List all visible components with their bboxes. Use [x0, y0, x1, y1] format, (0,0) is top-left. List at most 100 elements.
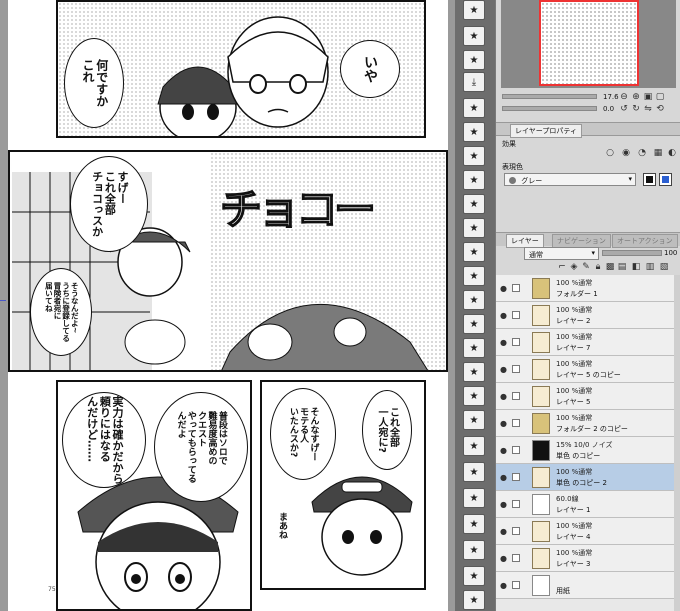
layer-lock-checkbox[interactable] [512, 527, 520, 535]
download-icon[interactable]: ⤓ [463, 72, 485, 92]
layer-row[interactable]: ● 15% 10/0 ノイズ 単色 のコピー [496, 437, 680, 464]
star-icon[interactable]: ★ [463, 462, 485, 482]
palette-icon[interactable]: ▥ [644, 261, 656, 273]
layer-name: レイヤー 3 [556, 560, 591, 568]
effect-extract-icon[interactable]: ◐ [666, 147, 678, 159]
star-icon[interactable]: ★ [463, 590, 485, 610]
layer-row[interactable]: ● 100 %通常 単色 のコピー 2 [496, 464, 680, 491]
eye-icon[interactable]: ● [500, 338, 509, 347]
star-icon[interactable]: ★ [463, 566, 485, 586]
star-icon[interactable]: ★ [463, 242, 485, 262]
eye-icon[interactable]: ● [500, 311, 509, 320]
tab-history[interactable]: ナビゲーション [552, 234, 611, 248]
star-icon[interactable]: ★ [463, 436, 485, 456]
layer-row[interactable]: ● 100 %通常 フォルダー 1 [496, 275, 680, 302]
eye-icon[interactable]: ● [500, 554, 509, 563]
eye-icon[interactable]: ● [500, 500, 509, 509]
star-icon[interactable]: ★ [463, 266, 485, 286]
rotate-left-icon[interactable]: ↺ [618, 103, 630, 115]
tab-auto-action[interactable]: オートアクション [612, 234, 678, 248]
star-icon[interactable]: ★ [463, 540, 485, 560]
layer-lock-checkbox[interactable] [512, 473, 520, 481]
star-icon[interactable]: ★ [463, 146, 485, 166]
layer-lock-checkbox[interactable] [512, 311, 520, 319]
main-color-swatch[interactable] [643, 173, 656, 186]
layer-row[interactable]: ● 100 %通常 レイヤー 4 [496, 518, 680, 545]
layer-scrollbar[interactable] [674, 275, 680, 611]
eye-icon[interactable]: ● [500, 365, 509, 374]
eye-icon[interactable]: ● [500, 284, 509, 293]
lock-transparent-icon[interactable]: ▩ [604, 261, 616, 273]
reference-icon[interactable]: ◈ [568, 261, 580, 273]
layer-lock-checkbox[interactable] [512, 284, 520, 292]
star-icon[interactable]: ★ [463, 26, 485, 46]
star-icon[interactable]: ★ [463, 514, 485, 534]
navigator-view-frame[interactable] [539, 0, 639, 86]
star-icon[interactable]: ★ [463, 170, 485, 190]
effect-tone-icon[interactable]: ◉ [620, 147, 632, 159]
star-icon[interactable]: ★ [463, 290, 485, 310]
layer-lock-checkbox[interactable] [512, 500, 520, 508]
fit-icon[interactable]: ▣ [642, 91, 654, 103]
effect-pattern-icon[interactable]: ▦ [652, 147, 664, 159]
star-icon[interactable]: ★ [463, 218, 485, 238]
effect-texture-icon[interactable]: ◔ [636, 147, 648, 159]
reset-icon[interactable]: ⟲ [654, 103, 666, 115]
layer-row[interactable]: ● 100 %通常 レイヤー 5 のコピー [496, 356, 680, 383]
layer-row[interactable]: ● 100 %通常 レイヤー 2 [496, 302, 680, 329]
star-icon[interactable]: ★ [463, 0, 485, 20]
layer-row[interactable]: ● 100 %通常 レイヤー 3 [496, 545, 680, 572]
clip-icon[interactable]: ⌐ [556, 261, 568, 273]
lock-icon[interactable]: 🔒︎ [592, 261, 604, 273]
eye-icon[interactable]: ● [500, 473, 509, 482]
flip-icon[interactable]: ⇋ [642, 103, 654, 115]
layer-color-icon[interactable]: ▧ [658, 261, 670, 273]
tab-layer-property[interactable]: レイヤープロパティ [510, 124, 582, 138]
star-icon[interactable]: ★ [463, 410, 485, 430]
star-icon[interactable]: ★ [463, 338, 485, 358]
expression-color-select[interactable]: グレー ▾ [504, 173, 636, 186]
eye-icon[interactable]: ● [500, 392, 509, 401]
zoom-out-icon[interactable]: ⊖ [618, 91, 630, 103]
effect-border-icon[interactable]: ○ [604, 147, 616, 159]
draft-icon[interactable]: ✎ [580, 261, 592, 273]
layer-row[interactable]: ● 100 %通常 フォルダー 2 のコピー [496, 410, 680, 437]
layer-row[interactable]: ● 60.0線 レイヤー 1 [496, 491, 680, 518]
star-icon[interactable]: ★ [463, 122, 485, 142]
mask-icon[interactable]: ▤ [616, 261, 628, 273]
zoom-slider[interactable] [502, 94, 597, 99]
layer-lock-checkbox[interactable] [512, 446, 520, 454]
eye-icon[interactable]: ● [500, 527, 509, 536]
layer-lock-checkbox[interactable] [512, 365, 520, 373]
tab-layer[interactable]: レイヤー [506, 234, 544, 248]
opacity-slider[interactable] [602, 250, 662, 256]
star-icon[interactable]: ★ [463, 194, 485, 214]
layer-lock-checkbox[interactable] [512, 338, 520, 346]
layer-lock-checkbox[interactable] [512, 419, 520, 427]
layer-row[interactable]: ● 100 %通常 レイヤー 5 [496, 383, 680, 410]
blend-mode-select[interactable]: 通常 ▾ [524, 247, 599, 260]
layer-lock-checkbox[interactable] [512, 392, 520, 400]
layer-lock-checkbox[interactable] [512, 581, 520, 589]
star-icon[interactable]: ★ [463, 488, 485, 508]
eye-icon[interactable]: ● [500, 419, 509, 428]
star-icon[interactable]: ★ [463, 50, 485, 70]
canvas-area[interactable]: 何ですか これ いや チョコー すげー これ全部 チョコっスか そうなんだよ~ … [0, 0, 455, 611]
rotate-slider[interactable] [502, 106, 597, 111]
layer-list[interactable]: ● 100 %通常 フォルダー 1 ● 100 %通常 レイヤー 2 ● 100 %通常 レイヤ… [496, 275, 680, 611]
star-icon[interactable]: ★ [463, 362, 485, 382]
eye-icon[interactable]: ● [500, 581, 509, 590]
zoom-in-icon[interactable]: ⊕ [630, 91, 642, 103]
actual-size-icon[interactable]: ▢ [654, 91, 666, 103]
rotate-right-icon[interactable]: ↻ [630, 103, 642, 115]
eye-icon[interactable]: ● [500, 446, 509, 455]
star-icon[interactable]: ★ [463, 314, 485, 334]
star-icon[interactable]: ★ [463, 98, 485, 118]
layer-row[interactable]: ● 100 %通常 レイヤー 7 [496, 329, 680, 356]
star-icon[interactable]: ★ [463, 386, 485, 406]
sub-color-swatch[interactable] [659, 173, 672, 186]
layer-lock-checkbox[interactable] [512, 554, 520, 562]
color-icon[interactable]: ◧ [630, 261, 642, 273]
layer-row[interactable]: ● 用紙 [496, 572, 680, 599]
navigator-preview[interactable] [501, 0, 676, 88]
